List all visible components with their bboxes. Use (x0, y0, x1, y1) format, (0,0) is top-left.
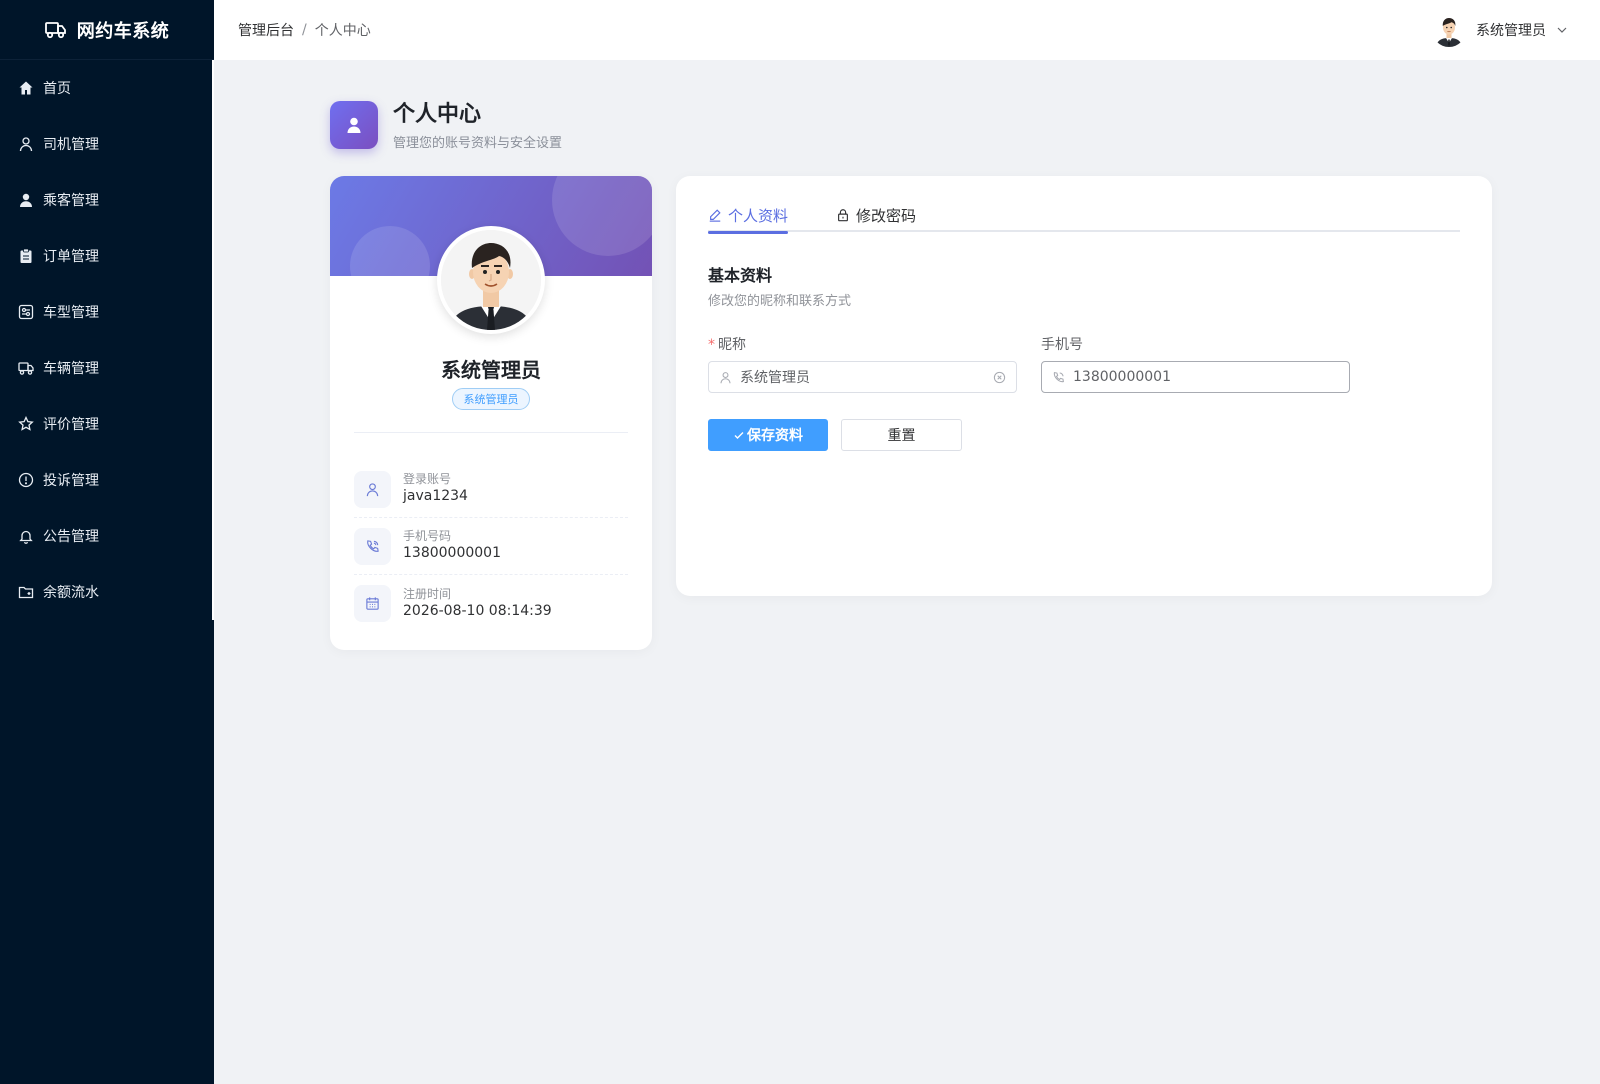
banner-decoration (350, 226, 430, 276)
info-item-registered: 注册时间 2026-08-10 08:14:39 (354, 575, 628, 632)
nickname-label: * 昵称 (708, 334, 746, 354)
header-username: 系统管理员 (1476, 23, 1546, 39)
user-filled-icon (20, 193, 32, 207)
sidebar-item-balance[interactable]: 余额流水 (0, 564, 214, 620)
nickname-label-text: 昵称 (718, 337, 746, 353)
phone-icon (354, 527, 391, 565)
settings-panel-icon (18, 304, 34, 320)
sidebar-item-label: 余额流水 (43, 585, 99, 601)
sidebar-item-vehicles[interactable]: 车辆管理 (0, 340, 214, 396)
bell-icon (19, 530, 33, 544)
info-item-phone: 手机号码 13800000001 (354, 518, 628, 575)
sidebar-item-label: 评价管理 (43, 417, 99, 433)
chevron-down-icon (1557, 27, 1567, 33)
reset-button-label: 重置 (887, 428, 916, 444)
lock-icon (838, 209, 848, 222)
sidebar-item-home[interactable]: 首页 (0, 60, 214, 116)
page-user-icon (330, 101, 378, 149)
sidebar-item-orders[interactable]: 订单管理 (0, 228, 214, 284)
clear-icon[interactable] (993, 371, 1006, 384)
app-title: 网约车系统 (76, 20, 170, 42)
sidebar-item-label: 车辆管理 (43, 361, 99, 377)
sidebar-item-label: 投诉管理 (43, 473, 99, 489)
top-header: 管理后台 / 个人中心 系统管理员 (214, 0, 1600, 60)
profile-name: 系统管理员 (441, 358, 541, 382)
sidebar-item-car-models[interactable]: 车型管理 (0, 284, 214, 340)
save-button-label: 保存资料 (747, 428, 803, 444)
reset-button[interactable]: 重置 (841, 419, 962, 451)
sidebar-item-announcements[interactable]: 公告管理 (0, 508, 214, 564)
required-mark: * (708, 337, 715, 353)
phone-icon (1053, 371, 1064, 382)
avatar[interactable] (1432, 13, 1466, 47)
phone-input[interactable] (1073, 369, 1339, 385)
breadcrumb: 管理后台 / 个人中心 (238, 20, 371, 40)
edit-icon (709, 209, 721, 222)
phone-field[interactable] (1041, 361, 1350, 393)
profile-avatar[interactable] (437, 226, 545, 334)
tab-label: 个人资料 (728, 206, 789, 225)
sidebar-item-label: 订单管理 (43, 249, 99, 265)
clipboard-icon (20, 248, 32, 263)
sidebar-border (212, 60, 214, 620)
sidebar-item-passengers[interactable]: 乘客管理 (0, 172, 214, 228)
sidebar-item-label: 公告管理 (43, 529, 99, 545)
divider (354, 432, 628, 433)
truck-icon (18, 362, 34, 375)
save-profile-button[interactable]: 保存资料 (708, 419, 828, 451)
avatar-image (441, 230, 541, 330)
sidebar-item-label: 司机管理 (43, 137, 99, 153)
calendar-icon (354, 585, 391, 622)
banner-decoration (552, 176, 652, 256)
user-icon (720, 371, 731, 383)
info-value: 13800000001 (403, 545, 501, 561)
section-description: 修改您的昵称和联系方式 (708, 294, 852, 309)
info-value: java1234 (403, 488, 468, 504)
tab-profile[interactable]: 个人资料 (708, 198, 789, 234)
profile-card: 系统管理员 系统管理员 登录账号 java1234 手机号码 138000000… (330, 176, 652, 650)
check-icon (734, 432, 744, 439)
phone-label: 手机号 (1041, 337, 1083, 353)
folder-icon (18, 586, 34, 599)
breadcrumb-item-current: 个人中心 (314, 23, 371, 39)
warning-icon (18, 472, 34, 488)
sidebar-item-reviews[interactable]: 评价管理 (0, 396, 214, 452)
sidebar-menu: 首页 司机管理 乘客管理 订单管理 车型管理 车辆管理 评价管理 投诉管理 公告… (0, 60, 214, 620)
truck-logo-icon (44, 21, 66, 38)
info-label: 手机号码 (403, 529, 452, 543)
app-logo[interactable]: 网约车系统 (0, 0, 214, 60)
page-header: 个人中心 管理您的账号资料与安全设置 (330, 101, 562, 151)
page-subtitle: 管理您的账号资料与安全设置 (393, 136, 563, 151)
sidebar: 网约车系统 首页 司机管理 乘客管理 订单管理 车型管理 车辆管理 评价管理 投… (0, 0, 214, 1084)
user-dropdown[interactable]: 系统管理员 (1432, 13, 1568, 47)
profile-tabs: 个人资料 修改密码 (708, 198, 1460, 234)
info-item-account: 登录账号 java1234 (354, 461, 628, 518)
nickname-field[interactable] (708, 361, 1017, 393)
home-icon (19, 81, 33, 95)
tab-label: 修改密码 (856, 206, 917, 225)
sidebar-item-label: 车型管理 (43, 305, 99, 321)
sidebar-item-label: 乘客管理 (43, 193, 99, 209)
sidebar-item-drivers[interactable]: 司机管理 (0, 116, 214, 172)
tab-password[interactable]: 修改密码 (836, 198, 916, 232)
profile-info-list: 登录账号 java1234 手机号码 13800000001 注册时间 2026… (354, 461, 628, 632)
avatar-image (1432, 13, 1466, 47)
breadcrumb-item-admin[interactable]: 管理后台 (238, 20, 294, 40)
user-icon (354, 470, 391, 508)
info-value: 2026-08-10 08:14:39 (403, 602, 552, 619)
sidebar-item-label: 首页 (43, 81, 71, 97)
star-icon (18, 416, 34, 431)
role-badge: 系统管理员 (452, 388, 530, 410)
nickname-input[interactable] (740, 369, 985, 385)
section-title: 基本资料 (708, 266, 773, 285)
info-label: 注册时间 (403, 586, 452, 601)
info-label: 登录账号 (403, 472, 452, 486)
breadcrumb-separator: / (302, 22, 307, 38)
page-title: 个人中心 (393, 102, 482, 127)
sidebar-item-complaints[interactable]: 投诉管理 (0, 452, 214, 508)
user-outline-icon (19, 137, 33, 152)
edit-profile-card: 个人资料 修改密码 基本资料 修改您的昵称和联系方式 *昵称 手机号 保存资料 … (676, 176, 1492, 596)
